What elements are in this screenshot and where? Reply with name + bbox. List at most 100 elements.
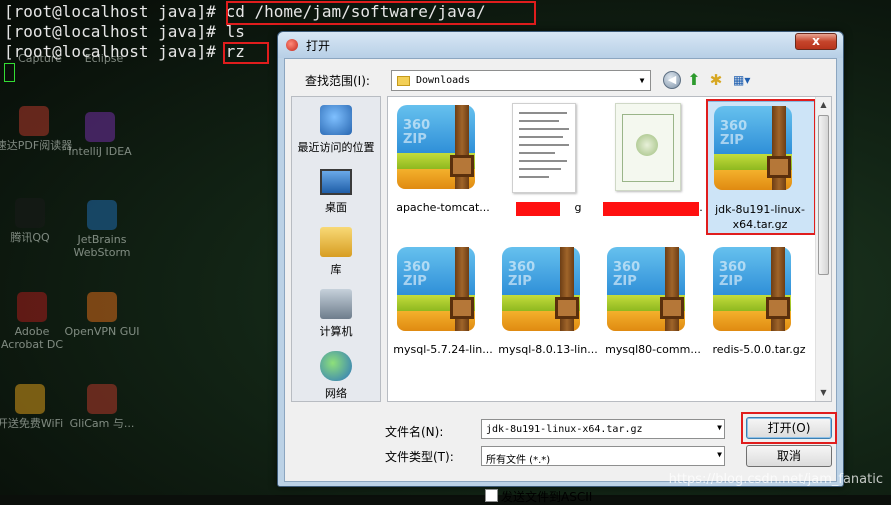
file-name: mysql-5.7.24-lin...	[393, 343, 493, 356]
desktop-icon-label: JetBrains WebStorm	[73, 233, 131, 259]
file-type-select[interactable]: 所有文件 (*.*) ▼	[481, 446, 725, 466]
computer-icon	[320, 289, 352, 319]
network-icon	[320, 351, 352, 381]
desktop-icon	[320, 169, 352, 195]
archive-brand: 360	[719, 260, 747, 275]
file-item[interactable]: 360 ZIP mysql-5.7.24-lin...	[391, 243, 495, 365]
chevron-down-icon[interactable]: ▼	[717, 423, 722, 432]
look-in-value: Downloads	[416, 75, 471, 86]
highlight-box-rz-command	[223, 42, 269, 64]
close-button[interactable]: x	[795, 33, 837, 50]
scrollbar-thumb[interactable]	[818, 115, 829, 275]
desktop-icon-label: Adobe Acrobat DC	[0, 325, 64, 351]
place-recent[interactable]: 最近访问的位置	[292, 105, 380, 155]
desktop-icon[interactable]: IntelliJ IDEA	[60, 112, 140, 158]
archive-brand: 360	[403, 260, 431, 275]
app-icon	[286, 39, 298, 51]
highlight-box-open-button	[741, 412, 837, 444]
ascii-checkbox-label: 发送文件到ASCII	[501, 490, 593, 504]
look-in-label: 查找范围(I):	[305, 74, 370, 88]
pdf-reader-icon	[19, 106, 49, 136]
desktop-icon-label: GliCam 与...	[69, 417, 135, 430]
scroll-up-icon[interactable]: ▲	[816, 97, 831, 113]
file-list[interactable]: 360 ZIP apache-tomcat... g . 360 ZIP jdk…	[387, 96, 832, 402]
file-item[interactable]: 360 ZIP apache-tomcat...	[391, 101, 495, 223]
archive-brand: 360	[508, 260, 536, 275]
file-item[interactable]: 360 ZIP mysql-8.0.13-lin...	[496, 243, 600, 365]
archive-brand: ZIP	[403, 132, 427, 147]
desktop-icon[interactable]: 开送免费WiFi	[0, 384, 70, 430]
place-label: 计算机	[319, 325, 353, 338]
openvpn-icon	[87, 292, 117, 322]
desktop-icon[interactable]: 腾讯QQ	[0, 198, 70, 244]
file-name: mysql80-comm...	[605, 343, 701, 356]
intellij-icon	[85, 112, 115, 142]
archive-icon: 360 ZIP	[713, 247, 791, 331]
file-name: apache-tomcat...	[396, 201, 490, 214]
archive-icon: 360 ZIP	[607, 247, 685, 331]
desktop-icon-label: 开送免费WiFi	[0, 417, 64, 430]
dialog-titlebar[interactable]: 打开 x	[278, 32, 843, 58]
watermark: https://blog.csdn.net/jam_fanatic	[668, 472, 883, 487]
desktop-icon-label: IntelliJ IDEA	[68, 145, 132, 158]
archive-brand: ZIP	[719, 274, 743, 289]
file-type-label: 文件类型(T):	[385, 450, 454, 464]
highlight-box-cd-command	[226, 1, 536, 25]
folder-icon	[397, 76, 410, 86]
place-label: 桌面	[325, 201, 347, 214]
archive-icon: 360 ZIP	[397, 247, 475, 331]
file-item[interactable]: .	[601, 101, 705, 223]
place-label: 网络	[325, 387, 347, 400]
desktop-icon[interactable]: OpenVPN GUI	[62, 292, 142, 338]
file-name: mysql-8.0.13-lin...	[498, 343, 598, 356]
place-libraries[interactable]: 库	[292, 227, 380, 277]
terminal-line: [root@localhost java]# rz	[4, 42, 245, 62]
archive-brand: ZIP	[508, 274, 532, 289]
place-label: 最近访问的位置	[297, 141, 375, 154]
file-name: redis-5.0.0.tar.gz	[712, 343, 806, 356]
file-type-value: 所有文件 (*.*)	[486, 455, 551, 466]
wifi-icon	[15, 384, 45, 414]
file-item[interactable]: 360 ZIP mysql80-comm...	[601, 243, 705, 365]
place-computer[interactable]: 计算机	[292, 289, 380, 339]
desktop-icon[interactable]: JetBrains WebStorm	[62, 200, 142, 259]
place-network[interactable]: 网络	[292, 351, 380, 401]
archive-icon: 360 ZIP	[397, 105, 475, 189]
desktop-icon-label: 腾讯QQ	[10, 231, 50, 244]
look-in-select[interactable]: Downloads ▼	[391, 70, 651, 91]
new-folder-icon[interactable]: ✱	[707, 71, 725, 89]
file-name-label: 文件名(N):	[385, 425, 444, 439]
cancel-button[interactable]: 取消	[746, 445, 832, 467]
desktop-icon[interactable]: GliCam 与...	[62, 384, 142, 430]
desktop-icon-label: OpenVPN GUI	[64, 325, 140, 338]
dialog-body: 查找范围(I): Downloads ▼ ◀ ⬆ ✱ ▦▾ 最近访问的位置 桌面…	[284, 58, 837, 504]
chevron-down-icon[interactable]: ▼	[634, 71, 650, 90]
dialog-title: 打开	[306, 39, 331, 53]
recent-places-icon	[320, 105, 352, 135]
view-menu-icon[interactable]: ▦▾	[733, 71, 757, 89]
terminal-cursor	[4, 63, 15, 82]
place-desktop[interactable]: 桌面	[292, 169, 380, 215]
ascii-checkbox[interactable]	[485, 489, 498, 502]
webstorm-icon	[87, 200, 117, 230]
camera-app-icon	[87, 384, 117, 414]
places-bar: 最近访问的位置 桌面 库 计算机 网络	[291, 96, 381, 402]
back-icon[interactable]: ◀	[663, 71, 681, 89]
open-file-dialog: 打开 x 查找范围(I): Downloads ▼ ◀ ⬆ ✱ ▦▾ 最近访问的…	[277, 31, 844, 504]
file-item[interactable]: 360 ZIP redis-5.0.0.tar.gz	[707, 243, 811, 365]
terminal-prompt: [root@localhost java]#	[4, 22, 226, 41]
file-name-input[interactable]: jdk-8u191-linux-x64.tar.gz ▼	[481, 419, 725, 439]
vertical-scrollbar[interactable]: ▲ ▼	[815, 97, 831, 401]
archive-brand: 360	[403, 118, 431, 133]
place-label: 库	[330, 263, 342, 276]
scroll-down-icon[interactable]: ▼	[816, 385, 831, 401]
file-item[interactable]: g	[496, 101, 600, 223]
archive-brand: 360	[613, 260, 641, 275]
archive-icon: 360 ZIP	[502, 247, 580, 331]
acrobat-icon	[17, 292, 47, 322]
terminal-prompt: [root@localhost java]#	[4, 42, 226, 61]
chevron-down-icon[interactable]: ▼	[717, 450, 722, 459]
terminal-prompt: [root@localhost java]#	[4, 2, 226, 21]
up-folder-icon[interactable]: ⬆	[685, 71, 703, 89]
archive-brand: ZIP	[403, 274, 427, 289]
